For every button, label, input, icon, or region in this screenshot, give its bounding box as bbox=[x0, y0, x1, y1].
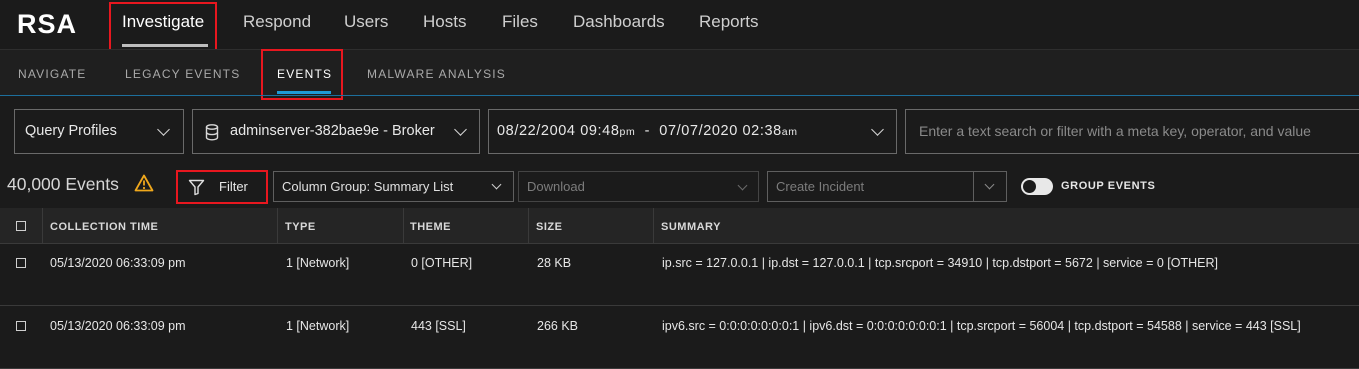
header-summary[interactable]: SUMMARY bbox=[661, 221, 721, 233]
range-end-ampm: am bbox=[781, 126, 798, 138]
group-events-label: GROUP EVENTS bbox=[1061, 180, 1156, 192]
create-incident-dropdown-toggle[interactable] bbox=[973, 171, 1007, 202]
select-all-checkbox[interactable] bbox=[16, 221, 26, 231]
service-dropdown[interactable]: adminserver-382bae9e - Broker bbox=[192, 109, 480, 154]
nav-reports[interactable]: Reports bbox=[699, 12, 759, 32]
subnav-navigate[interactable]: NAVIGATE bbox=[18, 67, 87, 81]
table-row[interactable]: 05/13/2020 06:33:09 pm 1 [Network] 0 [OT… bbox=[0, 244, 1359, 306]
nav-investigate[interactable]: Investigate bbox=[122, 12, 204, 32]
time-range-picker[interactable]: 08/22/2004 09:48pm - 07/07/2020 02:38am bbox=[488, 109, 897, 154]
row-checkbox[interactable] bbox=[16, 321, 26, 331]
group-events-toggle[interactable] bbox=[1021, 178, 1053, 195]
chevron-down-icon bbox=[491, 179, 502, 190]
rsa-logo[interactable]: RSA bbox=[17, 9, 77, 40]
header-collection-time[interactable]: COLLECTION TIME bbox=[50, 221, 158, 233]
subnav-events[interactable]: EVENTS bbox=[277, 67, 332, 81]
cell-collection-time: 05/13/2020 06:33:09 pm bbox=[50, 256, 186, 270]
column-divider[interactable] bbox=[42, 208, 43, 244]
filter-button[interactable]: Filter bbox=[178, 172, 266, 202]
filter-funnel-icon bbox=[188, 179, 205, 199]
column-divider[interactable] bbox=[653, 208, 654, 244]
download-label: Download bbox=[527, 179, 585, 194]
event-count: 40,000 Events bbox=[7, 174, 119, 194]
range-start-time: 09:48 bbox=[580, 123, 620, 139]
subnav-malware-analysis[interactable]: MALWARE ANALYSIS bbox=[367, 67, 506, 81]
range-start-date: 08/22/2004 bbox=[497, 123, 576, 139]
chevron-down-icon bbox=[157, 123, 170, 136]
top-navigation: RSA Investigate Respond Users Hosts File… bbox=[0, 0, 1359, 49]
nav-hosts[interactable]: Hosts bbox=[423, 12, 466, 32]
chevron-down-icon bbox=[737, 180, 748, 191]
query-search-input[interactable]: Enter a text search or filter with a met… bbox=[905, 109, 1359, 154]
chevron-down-icon bbox=[454, 123, 467, 136]
column-group-select[interactable]: Column Group: Summary List bbox=[273, 171, 514, 202]
column-divider[interactable] bbox=[277, 208, 278, 244]
section-divider bbox=[0, 95, 1359, 96]
column-divider[interactable] bbox=[528, 208, 529, 244]
header-type[interactable]: TYPE bbox=[285, 221, 316, 233]
cell-size: 28 KB bbox=[537, 256, 572, 270]
cell-summary: ipv6.src = 0:0:0:0:0:0:0:1 | ipv6.dst = … bbox=[662, 319, 1301, 333]
column-group-label: Column Group: Summary List bbox=[282, 179, 454, 194]
service-label: adminserver-382bae9e - Broker bbox=[230, 123, 435, 139]
cell-size: 266 KB bbox=[537, 319, 579, 333]
download-select[interactable]: Download bbox=[518, 171, 759, 202]
warning-icon[interactable] bbox=[134, 174, 154, 196]
create-incident-button[interactable]: Create Incident bbox=[767, 171, 974, 202]
create-incident-label: Create Incident bbox=[776, 179, 865, 194]
nav-users[interactable]: Users bbox=[344, 12, 388, 32]
query-profiles-label: Query Profiles bbox=[25, 123, 117, 139]
header-theme[interactable]: THEME bbox=[410, 221, 451, 233]
row-checkbox[interactable] bbox=[16, 258, 26, 268]
nav-respond[interactable]: Respond bbox=[243, 12, 311, 32]
toggle-knob bbox=[1023, 180, 1036, 193]
time-range-display: 08/22/2004 09:48pm - 07/07/2020 02:38am bbox=[497, 123, 798, 139]
events-table-header: COLLECTION TIME TYPE THEME SIZE SUMMARY bbox=[0, 208, 1359, 244]
cell-theme: 443 [SSL] bbox=[411, 319, 466, 333]
column-divider[interactable] bbox=[403, 208, 404, 244]
range-separator: - bbox=[644, 123, 651, 139]
search-placeholder: Enter a text search or filter with a met… bbox=[919, 123, 1311, 139]
cell-type: 1 [Network] bbox=[286, 256, 350, 270]
active-tab-underline bbox=[122, 44, 208, 47]
nav-dashboards[interactable]: Dashboards bbox=[573, 12, 665, 32]
range-start-ampm: pm bbox=[619, 126, 636, 138]
cell-summary: ip.src = 127.0.0.1 | ip.dst = 127.0.0.1 … bbox=[662, 256, 1218, 270]
cell-theme: 0 [OTHER] bbox=[411, 256, 473, 270]
subnav-legacy-events[interactable]: LEGACY EVENTS bbox=[125, 67, 240, 81]
chevron-down-icon bbox=[871, 123, 884, 136]
query-profiles-dropdown[interactable]: Query Profiles bbox=[14, 109, 184, 154]
database-icon bbox=[205, 124, 219, 145]
cell-type: 1 [Network] bbox=[286, 319, 350, 333]
range-end-time: 02:38 bbox=[742, 123, 782, 139]
range-end-date: 07/07/2020 bbox=[659, 123, 738, 139]
filter-label: Filter bbox=[219, 179, 248, 194]
sub-navigation: NAVIGATE LEGACY EVENTS EVENTS MALWARE AN… bbox=[0, 49, 1359, 95]
chevron-down-icon bbox=[984, 179, 995, 190]
table-row[interactable]: 05/13/2020 06:33:09 pm 1 [Network] 443 [… bbox=[0, 307, 1359, 369]
cell-collection-time: 05/13/2020 06:33:09 pm bbox=[50, 319, 186, 333]
header-size[interactable]: SIZE bbox=[536, 221, 562, 233]
nav-files[interactable]: Files bbox=[502, 12, 538, 32]
active-subtab-underline bbox=[277, 91, 331, 94]
